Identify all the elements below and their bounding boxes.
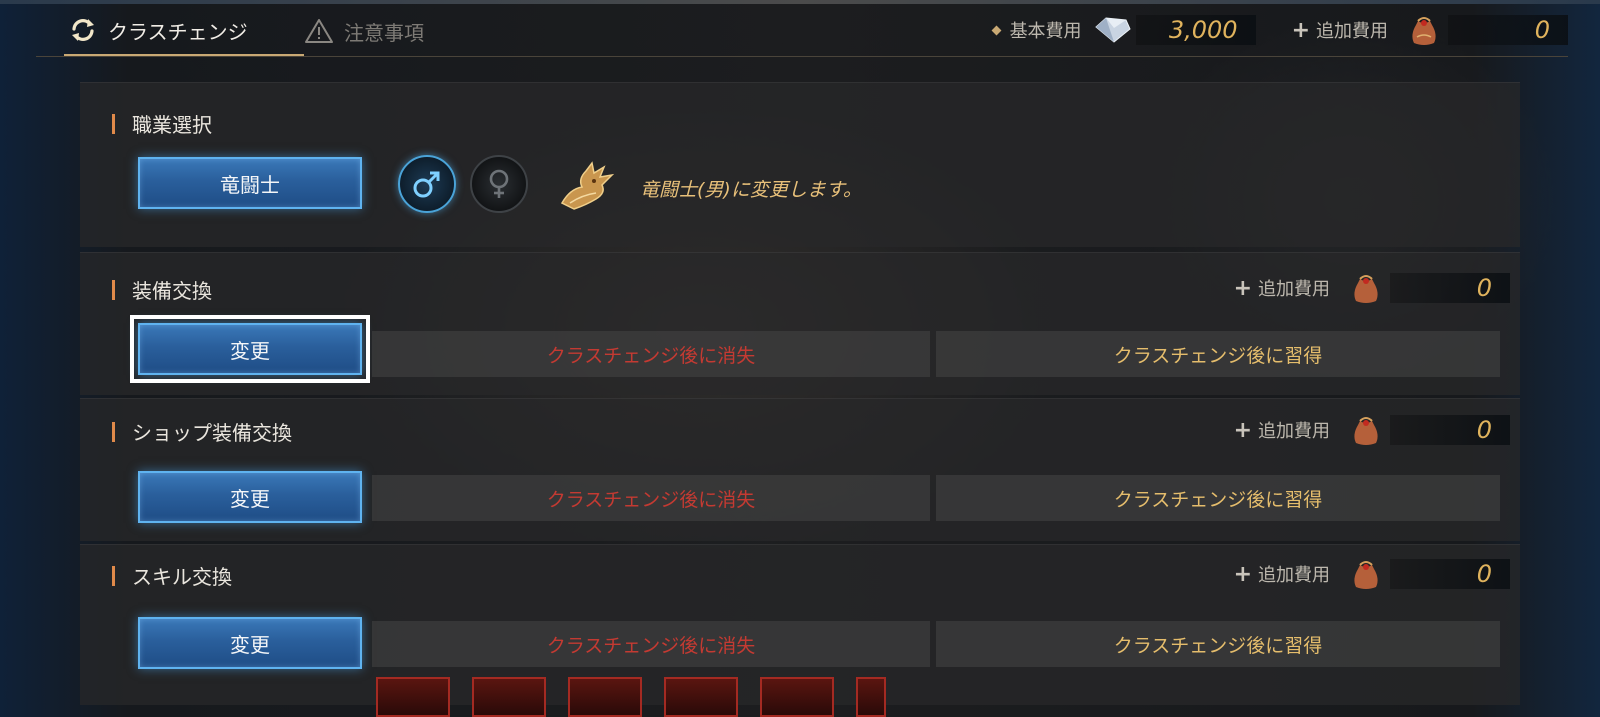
shop-equipment-exchange-panel: ショップ装備交換 + 追加費用 0 変更 クラスチェンジ後に消失 クラスチェンジ… — [80, 398, 1520, 541]
section-extra-cost: + 追加費用 0 — [1234, 557, 1510, 591]
base-cost-label: 基本費用 — [991, 17, 1082, 43]
section-title: 職業選択 — [112, 109, 212, 138]
skill-icon[interactable] — [664, 677, 738, 717]
tab-label: 注意事項 — [344, 20, 424, 45]
section-extra-cost: + 追加費用 0 — [1234, 271, 1510, 305]
extra-cost-value: 0 — [1390, 415, 1510, 445]
lost-after-change-label: クラスチェンジ後に消失 — [372, 475, 930, 521]
lost-after-change-label: クラスチェンジ後に消失 — [372, 331, 930, 377]
skill-icon[interactable] — [856, 677, 886, 717]
top-border — [0, 0, 1600, 4]
change-button[interactable]: 変更 — [138, 471, 362, 523]
plus-icon: + — [1233, 561, 1252, 587]
dragon-emblem-icon — [556, 159, 616, 215]
base-cost-text: 基本費用 — [1009, 21, 1082, 42]
tab-label: クラスチェンジ — [108, 19, 248, 44]
female-gender-button[interactable] — [470, 155, 528, 213]
pouch-icon — [1350, 271, 1382, 305]
equipment-exchange-panel: 装備交換 + 追加費用 0 変更 クラスチェンジ後に消失 クラスチェンジ後に習得 — [80, 252, 1520, 395]
refresh-icon — [68, 15, 98, 45]
change-button[interactable]: 変更 — [130, 315, 370, 383]
class-change-message: 竜闘士(男)に変更します。 — [640, 179, 862, 201]
class-select-panel: 職業選択 竜闘士 竜闘士(男)に変更します。 — [80, 82, 1520, 247]
gained-after-change-label: クラスチェンジ後に習得 — [936, 475, 1500, 521]
extra-cost-text: 追加費用 — [1316, 21, 1388, 42]
skill-icon[interactable] — [760, 677, 834, 717]
skill-icon[interactable] — [376, 677, 450, 717]
skill-icon[interactable] — [472, 677, 546, 717]
section-title-text: ショップ装備交換 — [132, 421, 292, 445]
extra-cost-label: + 追加費用 — [1292, 17, 1388, 43]
female-icon — [482, 167, 516, 201]
pouch-icon — [1350, 413, 1382, 447]
plus-icon: + — [1233, 275, 1252, 301]
tab-class-change[interactable]: クラスチェンジ — [64, 6, 304, 56]
extra-cost-value: 0 — [1390, 559, 1510, 589]
gained-after-change-label: クラスチェンジ後に習得 — [936, 621, 1500, 667]
pouch-icon — [1350, 557, 1382, 591]
section-marker — [112, 421, 115, 442]
male-gender-button[interactable] — [398, 155, 456, 213]
class-button[interactable]: 竜闘士 — [138, 157, 362, 209]
extra-cost-text: 追加費用 — [1258, 421, 1330, 442]
section-title: スキル交換 — [112, 561, 232, 590]
lost-skill-icons — [376, 677, 886, 717]
crystal-icon — [1092, 15, 1132, 45]
section-marker — [112, 565, 115, 586]
section-title-text: 装備交換 — [132, 279, 212, 303]
plus-icon: + — [1291, 17, 1310, 43]
base-cost-value: 3,000 — [1135, 15, 1256, 45]
extra-cost-text: 追加費用 — [1258, 565, 1330, 586]
section-title-text: 職業選択 — [132, 113, 212, 137]
tab-notes[interactable]: 注意事項 — [300, 6, 424, 56]
extra-cost-text: 追加費用 — [1258, 279, 1330, 300]
gained-after-change-label: クラスチェンジ後に習得 — [936, 331, 1500, 377]
lost-after-change-label: クラスチェンジ後に消失 — [372, 621, 930, 667]
diamond-bullet-icon — [991, 25, 1002, 35]
skill-icon[interactable] — [568, 677, 642, 717]
extra-cost-value: 0 — [1390, 273, 1510, 303]
skill-exchange-panel: スキル交換 + 追加費用 0 変更 クラスチェンジ後に消失 クラスチェンジ後に習… — [80, 544, 1520, 717]
section-title: ショップ装備交換 — [112, 417, 292, 446]
warning-icon — [304, 16, 334, 46]
section-title-text: スキル交換 — [132, 565, 232, 589]
extra-cost-value: 0 — [1448, 15, 1568, 45]
change-button[interactable]: 変更 — [138, 617, 362, 669]
section-extra-cost: + 追加費用 0 — [1234, 413, 1510, 447]
plus-icon: + — [1233, 417, 1252, 443]
pouch-icon — [1408, 13, 1440, 47]
section-marker — [112, 113, 115, 134]
header-bar: クラスチェンジ 注意事項 基本費用 3,000 + 追加費用 0 — [36, 6, 1568, 57]
cost-summary: 基本費用 3,000 + 追加費用 0 — [991, 13, 1568, 47]
section-marker — [112, 279, 115, 300]
male-icon — [410, 167, 444, 201]
section-title: 装備交換 — [112, 275, 212, 304]
